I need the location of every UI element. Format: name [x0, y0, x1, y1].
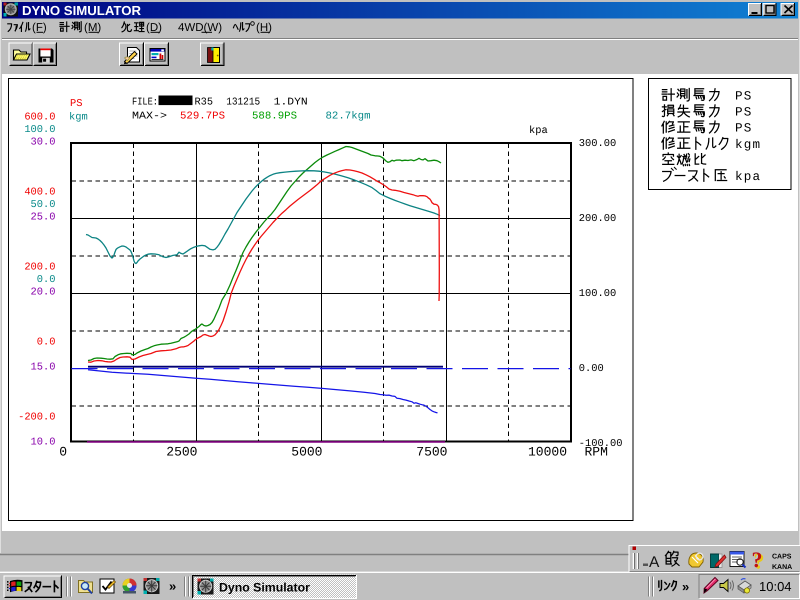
svg-text:2500: 2500	[166, 445, 197, 460]
svg-text:?: ?	[752, 547, 763, 572]
svg-text:1.DYN: 1.DYN	[274, 96, 308, 108]
svg-text:kgm: kgm	[69, 112, 88, 124]
svg-text:CAPS: CAPS	[772, 554, 792, 561]
svg-text:131215: 131215	[226, 96, 260, 108]
svg-text:10:04: 10:04	[759, 579, 792, 594]
svg-text:10.0: 10.0	[31, 436, 56, 448]
svg-text:5000: 5000	[291, 445, 322, 460]
svg-text:MAX->: MAX->	[132, 111, 167, 123]
svg-text:20.0: 20.0	[31, 286, 56, 298]
svg-text:588.9PS: 588.9PS	[252, 111, 297, 123]
svg-text:15.0: 15.0	[31, 361, 56, 373]
svg-text:50.0: 50.0	[31, 199, 56, 211]
svg-text:200.0: 200.0	[24, 262, 55, 274]
svg-text:0.0: 0.0	[37, 337, 56, 349]
svg-text:R35: R35	[195, 96, 214, 108]
svg-text:PS: PS	[735, 122, 753, 136]
svg-text:-200.0: -200.0	[18, 412, 55, 424]
svg-text:0.00: 0.00	[579, 363, 604, 375]
svg-text:30.0: 30.0	[31, 136, 56, 148]
svg-text:kpa: kpa	[529, 125, 548, 137]
svg-text:»: »	[682, 579, 689, 594]
svg-text:0.0: 0.0	[37, 274, 56, 286]
svg-text:200.00: 200.00	[579, 213, 616, 225]
svg-text:0: 0	[59, 445, 67, 460]
svg-text:kgm: kgm	[735, 138, 761, 152]
svg-text:kpa: kpa	[735, 170, 761, 184]
svg-text:DYNO SIMULATOR: DYNO SIMULATOR	[22, 3, 142, 18]
svg-text:PS: PS	[735, 106, 753, 120]
svg-text:Dyno Simulator: Dyno Simulator	[219, 581, 310, 595]
svg-text:529.7PS: 529.7PS	[180, 111, 225, 123]
svg-text:KANA: KANA	[772, 564, 792, 571]
svg-text:7500: 7500	[416, 445, 447, 460]
svg-text:»: »	[169, 579, 176, 594]
svg-text:4WD(W): 4WD(W)	[178, 22, 222, 34]
svg-text:100.0: 100.0	[24, 124, 55, 136]
svg-text:400.0: 400.0	[24, 187, 55, 199]
svg-text:A: A	[649, 554, 660, 571]
svg-text:FILE:: FILE:	[132, 96, 158, 108]
svg-text:PS: PS	[70, 98, 82, 110]
svg-text:10000: 10000	[528, 445, 567, 460]
svg-text:100.00: 100.00	[579, 288, 616, 300]
svg-text:600.0: 600.0	[24, 112, 55, 124]
svg-text:PS: PS	[735, 89, 753, 103]
svg-text:82.7kgm: 82.7kgm	[326, 111, 371, 123]
svg-text:25.0: 25.0	[31, 211, 56, 223]
svg-text:300.00: 300.00	[579, 138, 616, 150]
svg-text:RPM: RPM	[585, 445, 608, 460]
